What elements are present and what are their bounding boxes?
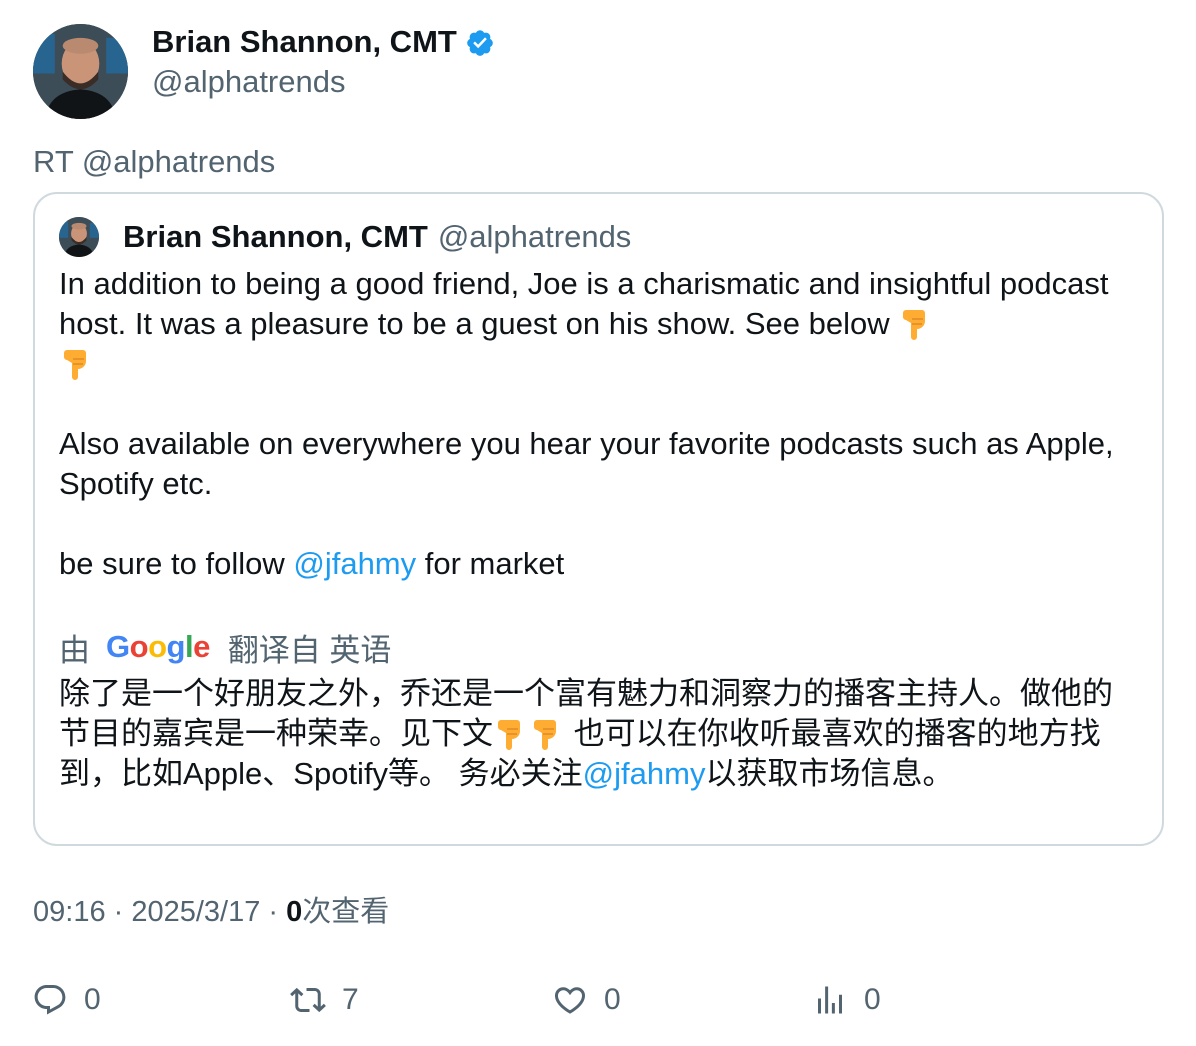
- pointing-down-hand-icon: [903, 310, 926, 340]
- reply-button[interactable]: 0: [32, 980, 101, 1020]
- tweet-meta: 09:16 · 2025/3/17 · 0次查看: [33, 892, 389, 932]
- mention-link[interactable]: @jfahmy: [293, 546, 416, 581]
- retweet-icon: [290, 987, 326, 1013]
- tweet-date[interactable]: 2025/3/17: [131, 896, 260, 928]
- translated-text-after: 以获取市场信息。: [705, 756, 954, 791]
- quoted-text-3-before: be sure to follow: [59, 546, 294, 581]
- quoted-author-name: Brian Shannon, CMT: [123, 219, 428, 254]
- reply-count: 0: [84, 983, 101, 1016]
- views-count: 0: [286, 896, 303, 928]
- tweet-page: Brian Shannon, CMT @alphatrends RT @alph…: [0, 0, 1196, 1046]
- like-button[interactable]: 0: [552, 980, 621, 1020]
- meta-separator: ·: [105, 896, 132, 928]
- views-button[interactable]: 0: [812, 980, 881, 1020]
- retweet-button[interactable]: 7: [290, 980, 359, 1020]
- heart-icon: [554, 987, 586, 1014]
- author-handle[interactable]: @alphatrends: [152, 62, 345, 102]
- author-name-row[interactable]: Brian Shannon, CMT: [152, 22, 495, 62]
- quoted-paragraph-2: Also available on everywhere you hear yo…: [59, 426, 1114, 501]
- quoted-author-handle: @alphatrends: [437, 219, 632, 254]
- bar-chart-icon: [818, 986, 842, 1014]
- translation-suffix: 翻译自 英语: [227, 632, 392, 668]
- tweet-text: RT @alphatrends: [33, 144, 276, 179]
- retweet-count: 7: [342, 983, 359, 1016]
- google-logo: Google: [106, 629, 210, 664]
- translated-mention-link[interactable]: @jfahmy: [583, 756, 706, 791]
- avatar-photo-icon: [33, 24, 128, 119]
- views-action-count: 0: [864, 983, 881, 1016]
- quoted-author-avatar: [59, 217, 99, 257]
- quoted-text-3-after: for market: [416, 546, 565, 581]
- quoted-paragraph-3: be sure to follow @jfahmy for market: [59, 544, 1129, 584]
- translated-text: 除了是一个好朋友之外，乔还是一个富有魅力和洞察力的播客主持人。做他的节目的嘉宾是…: [59, 674, 1139, 794]
- translation-prefix: 由: [59, 632, 90, 668]
- quoted-paragraph-1: In addition to being a good friend, Joe …: [59, 264, 1129, 384]
- quoted-text-1: In addition to being a good friend, Joe …: [59, 266, 1109, 341]
- pointing-down-hand-icon: [64, 350, 86, 380]
- like-count: 0: [604, 983, 621, 1016]
- quoted-avatar-photo-icon: [59, 217, 99, 257]
- reply-icon: [34, 985, 66, 1015]
- verified-badge-icon: [467, 30, 493, 56]
- pointing-down-hand-icon: [534, 720, 556, 750]
- author-avatar[interactable]: [33, 24, 128, 119]
- quoted-tweet-body: In addition to being a good friend, Joe …: [59, 264, 1129, 584]
- pointing-down-hand-icon: [498, 720, 520, 750]
- tweet-time[interactable]: 09:16: [33, 896, 106, 928]
- author-display-name[interactable]: Brian Shannon, CMT: [152, 22, 457, 62]
- translation-attribution[interactable]: 由 Google 翻译自 英语: [59, 626, 391, 668]
- quoted-tweet-header: Brian Shannon, CMT @alphatrends: [59, 216, 631, 258]
- meta-separator: ·: [260, 896, 287, 928]
- views-label: 次查看: [302, 896, 390, 928]
- quoted-tweet-card[interactable]: Brian Shannon, CMT @alphatrends In addit…: [33, 192, 1164, 846]
